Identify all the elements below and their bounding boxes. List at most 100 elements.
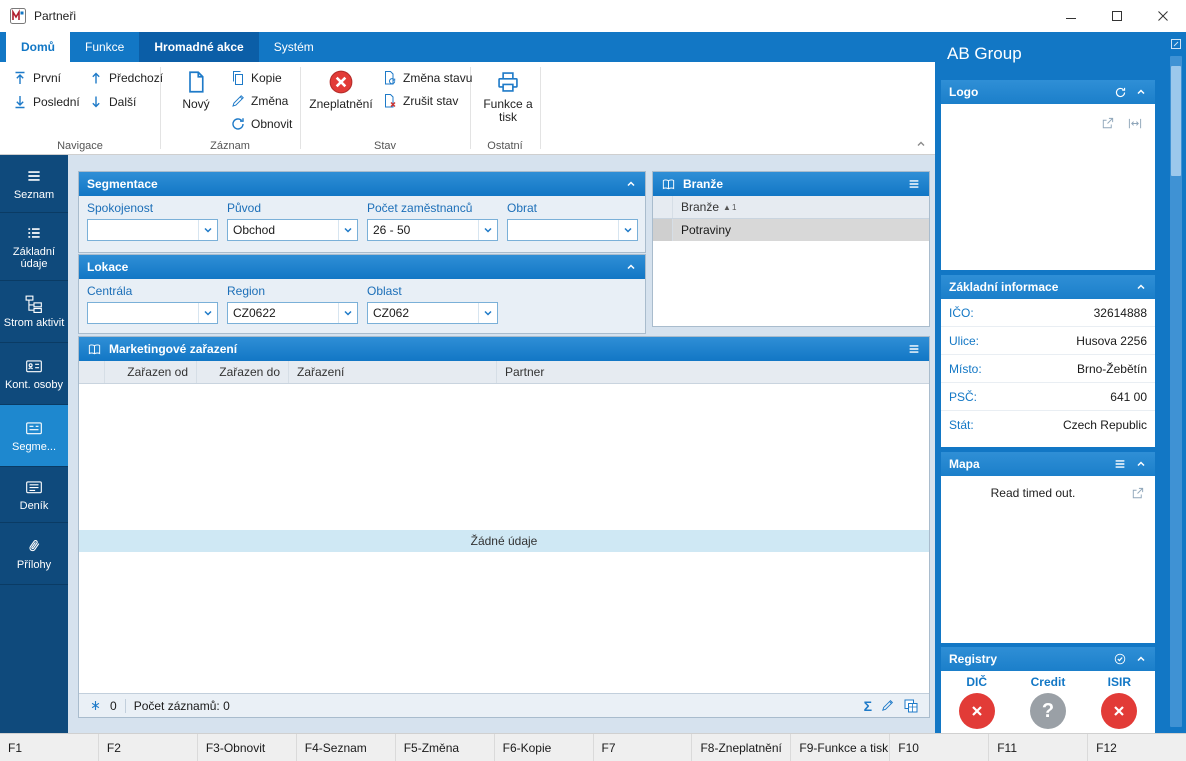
branze-row[interactable]: Potraviny: [653, 219, 929, 241]
pin-panel-icon[interactable]: [1170, 38, 1182, 50]
window-controls: [1048, 0, 1186, 32]
column-header-partner[interactable]: Partner: [497, 361, 929, 383]
tab-domu[interactable]: Domů: [6, 32, 70, 62]
column-header-branze[interactable]: Branže ▲ 1: [673, 196, 929, 218]
new-button[interactable]: Nový: [170, 67, 222, 113]
fkey-f12[interactable]: F12: [1088, 734, 1186, 761]
menu-icon[interactable]: [1113, 457, 1127, 471]
sidebar-item-zakladni-udaje[interactable]: Základní údaje: [0, 213, 68, 281]
close-button[interactable]: [1140, 0, 1186, 32]
segmentace-panel: Segmentace Spokojenost Původ Obchod Poče…: [78, 171, 646, 253]
tab-hromadne-akce[interactable]: Hromadné akce: [139, 32, 259, 62]
refresh-button[interactable]: Obnovit: [226, 114, 296, 134]
group-separator: [540, 67, 541, 149]
edit-icon[interactable]: [880, 698, 895, 713]
fkey-f9[interactable]: F9-Funkce a tisk: [791, 734, 891, 761]
fkey-f6[interactable]: F6-Kopie: [495, 734, 594, 761]
tab-system[interactable]: Systém: [259, 32, 329, 62]
spokojenost-combo[interactable]: [87, 219, 218, 241]
sidebar-item-denik[interactable]: Deník: [0, 467, 68, 523]
dropdown-icon[interactable]: [478, 303, 497, 323]
sidebar-item-kont-osoby[interactable]: Kont. osoby: [0, 343, 68, 405]
detail-scrollbar[interactable]: [1170, 56, 1182, 727]
minimize-button[interactable]: [1048, 0, 1094, 32]
record-count-label: Počet záznamů: 0: [133, 698, 230, 713]
copy-button[interactable]: Kopie: [226, 68, 286, 88]
status-unknown-icon[interactable]: ?: [1029, 693, 1066, 729]
change-status-button[interactable]: Změna stavu: [378, 68, 476, 88]
fkey-f11[interactable]: F11: [989, 734, 1089, 761]
dropdown-icon[interactable]: [338, 220, 357, 240]
copy-grid-icon[interactable]: [903, 698, 919, 714]
collapse-panel-icon[interactable]: [625, 261, 637, 273]
functions-print-button[interactable]: Funkce a tisk: [477, 67, 539, 126]
fkey-f3[interactable]: F3-Obnovit: [198, 734, 297, 761]
fkey-f1[interactable]: F1: [0, 734, 99, 761]
obrat-combo[interactable]: [507, 219, 638, 241]
new-document-icon: [189, 71, 204, 93]
previous-button[interactable]: Předchozí: [84, 68, 167, 88]
status-error-icon[interactable]: [958, 693, 995, 729]
oblast-combo[interactable]: CZ062: [367, 302, 498, 324]
panel-title: Mapa: [949, 457, 980, 471]
sidebar-item-segmentace[interactable]: Segme...: [0, 405, 68, 467]
collapse-panel-icon[interactable]: [1135, 653, 1147, 665]
collapse-panel-icon[interactable]: [625, 178, 637, 190]
maximize-button[interactable]: [1094, 0, 1140, 32]
centrala-combo[interactable]: [87, 302, 218, 324]
row-selector[interactable]: [653, 219, 673, 241]
edit-button[interactable]: Změna: [226, 91, 292, 111]
collapse-panel-icon[interactable]: [1135, 281, 1147, 293]
field-label: Obrat: [507, 201, 538, 215]
column-header-zarazen-do[interactable]: Zařazen do: [197, 361, 289, 383]
menu-icon[interactable]: [907, 342, 921, 356]
region-combo[interactable]: CZ0622: [227, 302, 358, 324]
fkey-f10[interactable]: F10: [890, 734, 990, 761]
sum-icon[interactable]: Σ: [864, 699, 872, 713]
column-header-zarazen-od[interactable]: Zařazen od: [105, 361, 197, 383]
segmentace-header: Segmentace: [79, 172, 645, 196]
group-label-stav: Stav: [373, 140, 396, 152]
open-external-icon[interactable]: [1130, 486, 1145, 501]
sidebar-item-strom-aktivit[interactable]: Strom aktivit: [0, 281, 68, 343]
fkey-f8[interactable]: F8-Zneplatnění: [692, 734, 792, 761]
menu-icon[interactable]: [907, 177, 921, 191]
sidebar-item-seznam[interactable]: Seznam: [0, 155, 68, 213]
first-button[interactable]: První: [8, 68, 65, 88]
check-circle-icon[interactable]: [1113, 652, 1127, 666]
dropdown-icon[interactable]: [338, 303, 357, 323]
fkey-f4[interactable]: F4-Seznam: [297, 734, 396, 761]
cancel-status-icon: [385, 94, 396, 108]
status-count: 0: [110, 698, 117, 713]
dropdown-icon[interactable]: [478, 220, 497, 240]
arrow-up-icon: [92, 72, 100, 84]
dropdown-icon[interactable]: [618, 220, 637, 240]
refresh-icon[interactable]: [1114, 86, 1127, 99]
fkey-f7[interactable]: F7: [594, 734, 693, 761]
sidebar-item-prilohy[interactable]: Přílohy: [0, 523, 68, 585]
lokace-header: Lokace: [79, 255, 645, 279]
field-label: Původ: [227, 201, 262, 215]
collapse-ribbon-icon[interactable]: [915, 138, 927, 150]
dropdown-icon[interactable]: [198, 303, 217, 323]
status-error-icon[interactable]: [1101, 693, 1138, 729]
open-external-icon[interactable]: [1100, 116, 1115, 131]
cancel-status-button[interactable]: Zrušit stav: [378, 91, 462, 111]
invalidate-button[interactable]: Zneplatnění: [306, 67, 376, 113]
fkey-f2[interactable]: F2: [99, 734, 198, 761]
fit-width-icon[interactable]: [1127, 116, 1143, 131]
next-button[interactable]: Další: [84, 92, 140, 112]
red-x-circle-icon: [329, 70, 353, 94]
column-header-zarazeni[interactable]: Zařazení: [289, 361, 497, 383]
tab-funkce[interactable]: Funkce: [70, 32, 139, 62]
puvod-combo[interactable]: Obchod: [227, 219, 358, 241]
scrollbar-thumb[interactable]: [1171, 66, 1181, 176]
collapse-panel-icon[interactable]: [1135, 458, 1147, 470]
last-button[interactable]: Poslední: [8, 92, 84, 112]
asterisk-icon[interactable]: [89, 699, 102, 712]
registry-header: Registry: [941, 647, 1155, 671]
pocet-zamestnancu-combo[interactable]: 26 - 50: [367, 219, 498, 241]
dropdown-icon[interactable]: [198, 220, 217, 240]
fkey-f5[interactable]: F5-Změna: [396, 734, 495, 761]
collapse-panel-icon[interactable]: [1135, 86, 1147, 98]
